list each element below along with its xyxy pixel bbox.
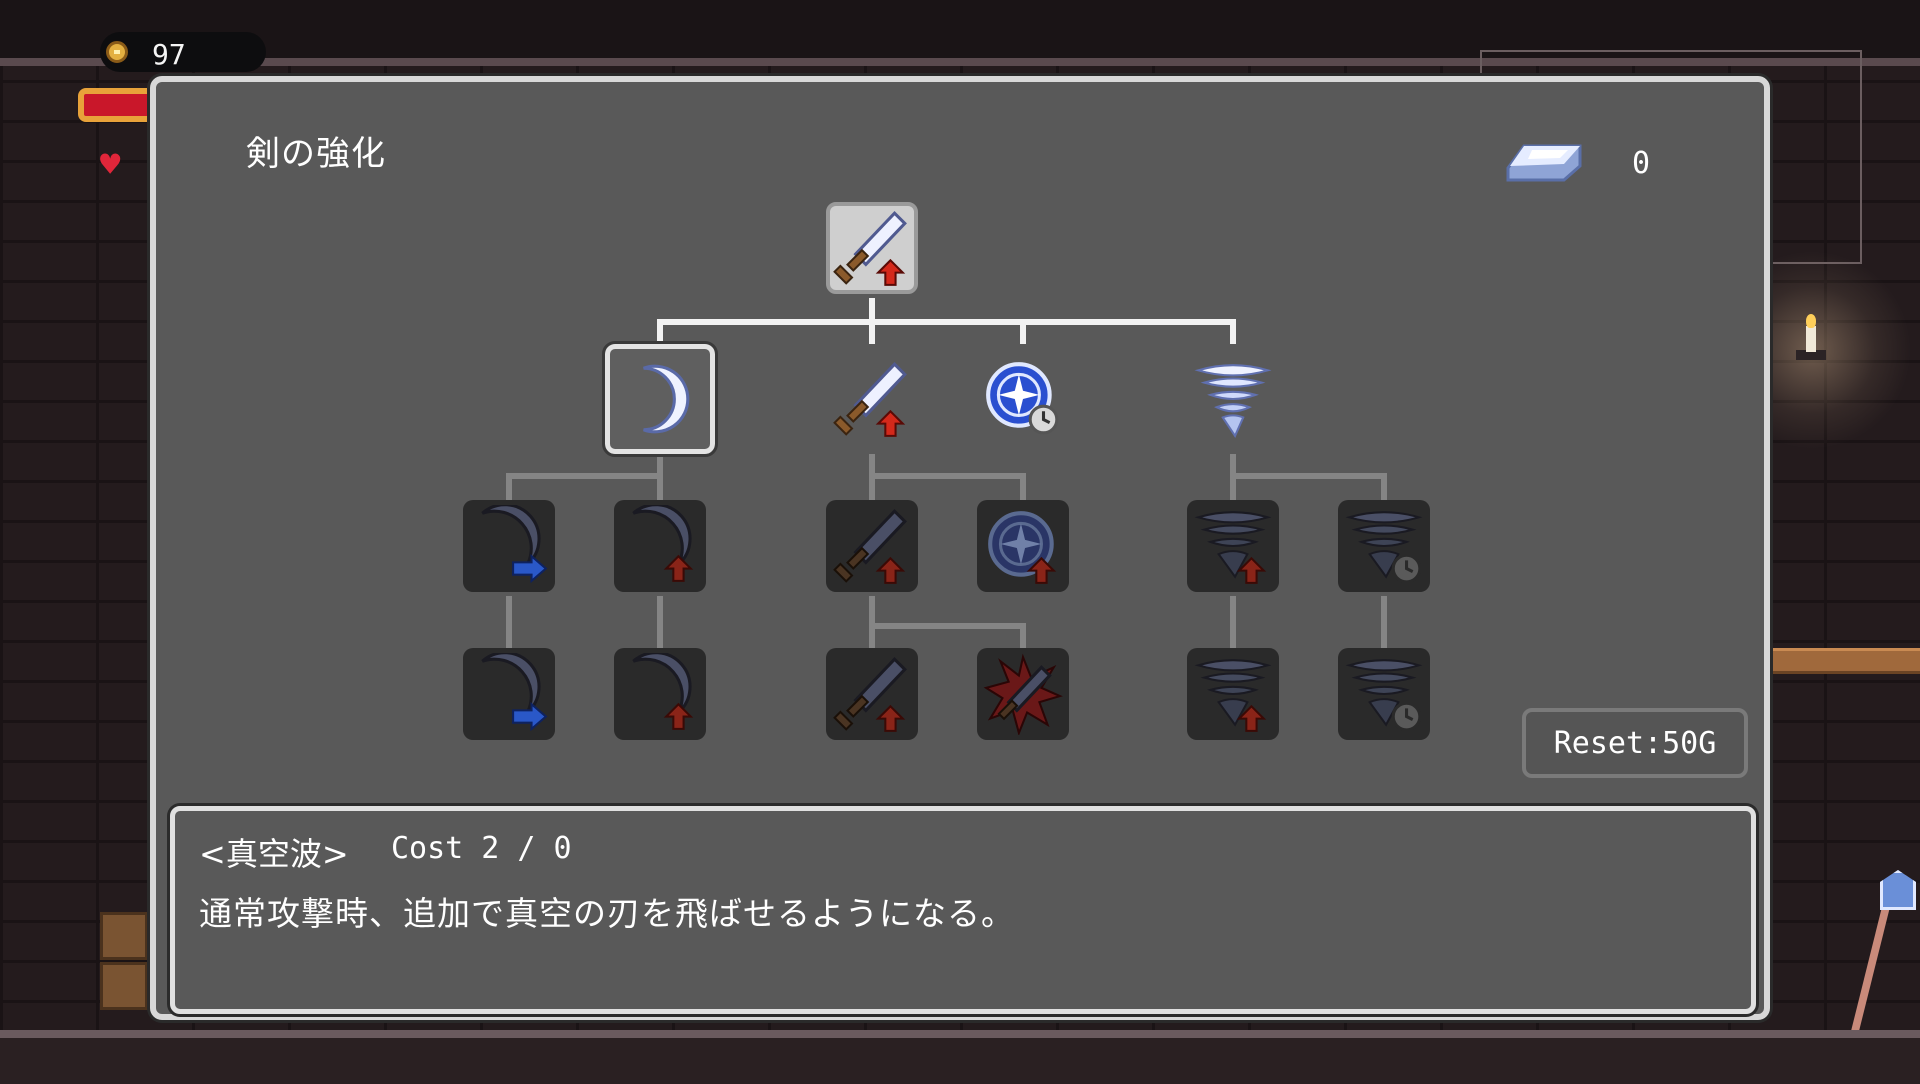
crescent-upgrade-icon: [632, 653, 694, 730]
health-bar: [78, 88, 158, 122]
skill-node-crescent-upgrade-2[interactable]: [614, 648, 706, 740]
ingot-count: 0: [1632, 146, 1651, 181]
crescent-upgrade-icon: [632, 505, 694, 582]
skill-node-sword-upgrade-2[interactable]: [826, 500, 918, 592]
skill-node-sword-root[interactable]: [826, 202, 918, 294]
gold-value: 97: [152, 38, 186, 71]
skill-description: 通常攻撃時、追加で真空の刃を飛ばせるようになる。: [199, 894, 1015, 933]
reset-button[interactable]: Reset:50G: [1522, 708, 1748, 778]
skill-node-crescent-wave[interactable]: [602, 341, 718, 457]
sword-upgrade-icon: [833, 210, 907, 286]
burst-sword-icon: [983, 653, 1063, 735]
skill-node-crosshair-timer[interactable]: [977, 353, 1069, 445]
silver-ingot-icon: [1506, 144, 1582, 182]
crescent-dash-icon: [481, 505, 548, 584]
panel-title: 剣の強化: [246, 134, 386, 174]
skill-node-tornado[interactable]: [1187, 353, 1279, 445]
candle: [1806, 326, 1816, 352]
sword-upgrade-panel: 剣の強化 0 Reset:50G <真空波> Cost 2 / 0 通常攻撃時、…: [150, 76, 1770, 1020]
crate: [100, 962, 148, 1010]
skill-node-tornado-timer-1[interactable]: [1338, 500, 1430, 592]
skill-node-sword-upgrade[interactable]: [826, 353, 918, 445]
heart-icon: ♥: [100, 145, 121, 185]
candle-flame-icon: [1806, 314, 1816, 328]
skill-node-tornado-upgrade-2[interactable]: [1187, 648, 1279, 740]
skill-node-crosshair-upgrade[interactable]: [977, 500, 1069, 592]
crate: [100, 912, 148, 960]
skill-description-box: <真空波> Cost 2 / 0 通常攻撃時、追加で真空の刃を飛ばせるようになる…: [170, 806, 1756, 1014]
skill-node-crescent-dash-1[interactable]: [463, 500, 555, 592]
skill-node-burst-sword[interactable]: [977, 648, 1069, 740]
sword-upgrade-icon: [833, 656, 907, 732]
crosshair-timer-icon: [986, 362, 1059, 435]
tornado-upgrade-icon: [1194, 659, 1272, 732]
tornado-timer-icon: [1345, 659, 1423, 732]
tornado-timer-icon: [1345, 511, 1423, 584]
sword-upgrade-icon: [833, 508, 907, 584]
skill-name: <真空波>: [199, 835, 349, 873]
skill-node-crescent-upgrade-1[interactable]: [614, 500, 706, 592]
skill-cost: Cost 2 / 0: [391, 831, 572, 866]
coin-icon: [106, 41, 128, 63]
skill-node-tornado-upgrade-1[interactable]: [1187, 500, 1279, 592]
skill-node-crescent-dash-2[interactable]: [463, 648, 555, 740]
gold-counter: 97: [100, 32, 266, 72]
wooden-platform: [1772, 648, 1920, 674]
skill-node-tornado-timer-2[interactable]: [1338, 648, 1430, 740]
tornado-upgrade-icon: [1194, 511, 1272, 584]
crescent-dash-icon: [481, 653, 548, 732]
skill-node-sword-upgrade-3[interactable]: [826, 648, 918, 740]
crosshair-upgrade-icon: [988, 511, 1057, 584]
tornado-icon: [1194, 364, 1272, 439]
sword-upgrade-icon: [833, 361, 907, 437]
crescent-wave-icon: [643, 364, 690, 434]
